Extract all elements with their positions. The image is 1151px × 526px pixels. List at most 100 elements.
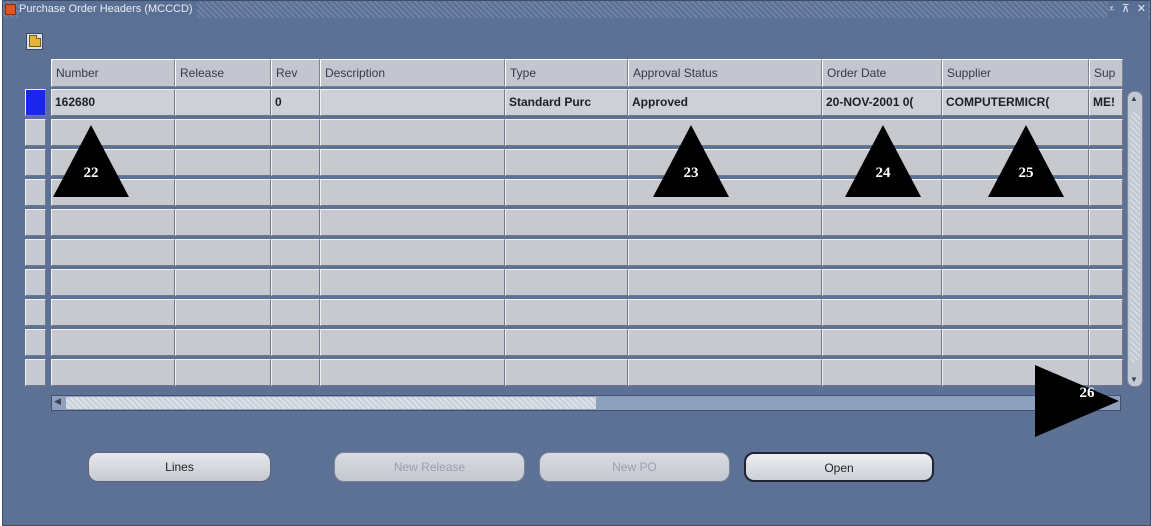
empty-cell[interactable] [175, 269, 271, 296]
empty-cell[interactable] [628, 329, 822, 356]
vertical-scroll-thumb[interactable] [1130, 112, 1140, 362]
empty-cell[interactable] [942, 209, 1089, 236]
row-selector[interactable] [25, 239, 46, 266]
empty-cell[interactable] [822, 209, 942, 236]
horizontal-scroll-thumb[interactable] [66, 397, 596, 409]
empty-cell[interactable] [271, 119, 320, 146]
open-button[interactable]: Open [744, 452, 934, 482]
empty-cell[interactable] [628, 359, 822, 386]
scroll-up-icon[interactable]: ▲ [1130, 94, 1138, 103]
cell-supplier[interactable]: COMPUTERMICR( [942, 89, 1089, 116]
empty-cell[interactable] [822, 329, 942, 356]
empty-cell[interactable] [51, 359, 175, 386]
empty-cell[interactable] [175, 179, 271, 206]
new-release-button[interactable]: New Release [334, 452, 525, 482]
scroll-left-icon[interactable]: ◀ [54, 396, 61, 407]
empty-cell[interactable] [175, 119, 271, 146]
empty-cell[interactable] [271, 329, 320, 356]
empty-cell[interactable] [320, 239, 505, 266]
empty-cell[interactable] [942, 239, 1089, 266]
empty-cell[interactable] [51, 209, 175, 236]
row-selector[interactable] [25, 359, 46, 386]
empty-cell[interactable] [628, 209, 822, 236]
empty-cell[interactable] [628, 269, 822, 296]
cell-order-date[interactable]: 20-NOV-2001 0( [822, 89, 942, 116]
empty-cell[interactable] [320, 299, 505, 326]
vertical-scrollbar[interactable]: ▲ ▼ [1127, 91, 1143, 387]
empty-cell[interactable] [271, 299, 320, 326]
row-selector[interactable] [25, 329, 46, 356]
cell-rev[interactable]: 0 [271, 89, 320, 116]
empty-cell[interactable] [175, 359, 271, 386]
cell-release[interactable] [175, 89, 271, 116]
column-header-supplier[interactable]: Supplier [942, 59, 1089, 87]
empty-cell[interactable] [505, 269, 628, 296]
scroll-down-icon[interactable]: ▼ [1130, 375, 1138, 384]
empty-cell[interactable] [822, 359, 942, 386]
empty-cell[interactable] [505, 119, 628, 146]
empty-cell[interactable] [271, 209, 320, 236]
empty-cell[interactable] [505, 239, 628, 266]
empty-cell[interactable] [271, 269, 320, 296]
empty-cell[interactable] [822, 239, 942, 266]
column-header-type[interactable]: Type [505, 59, 628, 87]
empty-cell[interactable] [1089, 179, 1123, 206]
new-po-button[interactable]: New PO [539, 452, 730, 482]
empty-cell[interactable] [628, 299, 822, 326]
empty-cell[interactable] [505, 209, 628, 236]
empty-cell[interactable] [505, 329, 628, 356]
empty-cell[interactable] [51, 329, 175, 356]
column-header-supplier-site[interactable]: Sup [1089, 59, 1123, 87]
empty-cell[interactable] [1089, 149, 1123, 176]
empty-cell[interactable] [628, 239, 822, 266]
folder-icon[interactable] [26, 33, 43, 50]
row-selector[interactable] [25, 209, 46, 236]
empty-cell[interactable] [505, 179, 628, 206]
cell-description[interactable] [320, 89, 505, 116]
empty-cell[interactable] [51, 269, 175, 296]
empty-cell[interactable] [822, 299, 942, 326]
empty-cell[interactable] [505, 359, 628, 386]
empty-cell[interactable] [1089, 269, 1123, 296]
row-selector[interactable] [25, 299, 46, 326]
empty-cell[interactable] [320, 179, 505, 206]
column-header-release[interactable]: Release [175, 59, 271, 87]
empty-cell[interactable] [1089, 239, 1123, 266]
empty-cell[interactable] [320, 149, 505, 176]
empty-cell[interactable] [271, 359, 320, 386]
empty-cell[interactable] [320, 359, 505, 386]
cell-number[interactable]: 162680 [51, 89, 175, 116]
column-header-rev[interactable]: Rev [271, 59, 320, 87]
empty-cell[interactable] [51, 299, 175, 326]
empty-cell[interactable] [822, 269, 942, 296]
empty-cell[interactable] [505, 149, 628, 176]
column-header-description[interactable]: Description [320, 59, 505, 87]
empty-cell[interactable] [320, 209, 505, 236]
empty-cell[interactable] [175, 149, 271, 176]
column-header-number[interactable]: Number [51, 59, 175, 87]
empty-cell[interactable] [175, 329, 271, 356]
empty-cell[interactable] [175, 209, 271, 236]
empty-cell[interactable] [51, 239, 175, 266]
empty-cell[interactable] [271, 179, 320, 206]
empty-cell[interactable] [320, 329, 505, 356]
title-bar[interactable]: Purchase Order Headers (MCCCD) ⩡ ⊼ ✕ [3, 1, 1150, 18]
row-selector[interactable] [25, 149, 46, 176]
empty-cell[interactable] [1089, 299, 1123, 326]
horizontal-scrollbar[interactable]: ◀ [51, 395, 1121, 411]
cell-supplier-site[interactable]: ME! [1089, 89, 1123, 116]
window-controls[interactable]: ⩡ ⊼ ✕ [1108, 1, 1148, 18]
cell-approval-status[interactable]: Approved [628, 89, 822, 116]
empty-cell[interactable] [271, 149, 320, 176]
row-selector[interactable] [25, 179, 46, 206]
empty-cell[interactable] [505, 299, 628, 326]
empty-cell[interactable] [942, 299, 1089, 326]
row-selector[interactable] [25, 119, 46, 146]
empty-cell[interactable] [320, 269, 505, 296]
row-selector-active[interactable] [25, 89, 46, 116]
empty-cell[interactable] [320, 119, 505, 146]
empty-cell[interactable] [1089, 119, 1123, 146]
column-header-order-date[interactable]: Order Date [822, 59, 942, 87]
lines-button[interactable]: Lines [88, 452, 271, 482]
empty-cell[interactable] [942, 329, 1089, 356]
